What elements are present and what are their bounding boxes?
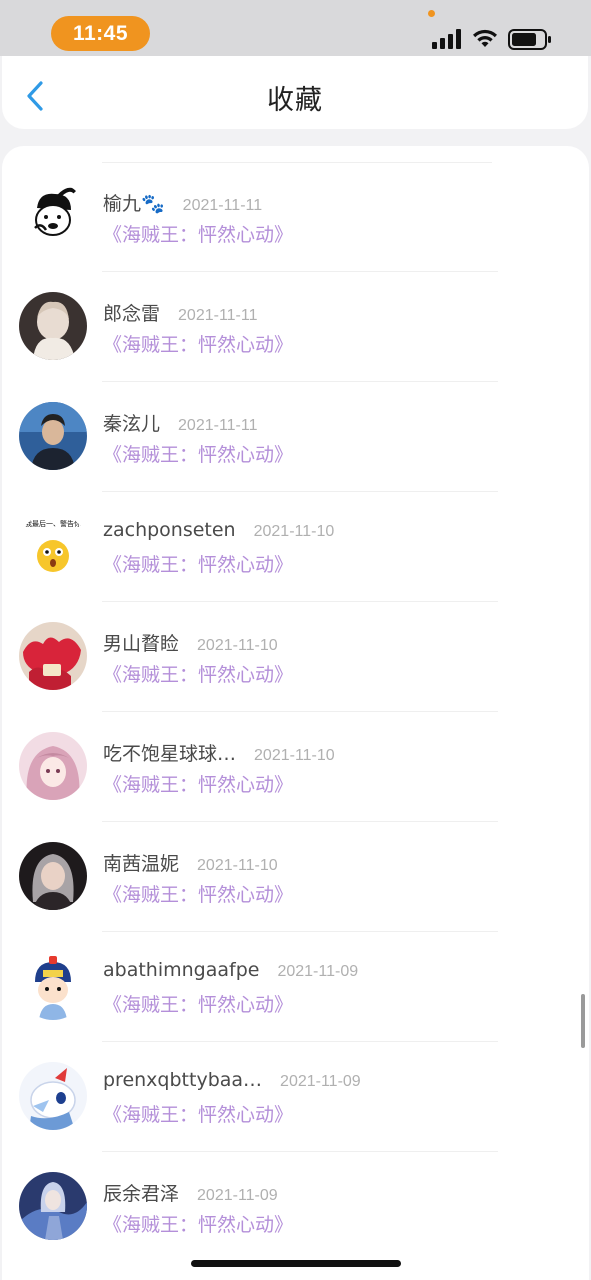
avatar[interactable] bbox=[19, 732, 87, 800]
user-name: 南茜温妮 bbox=[103, 853, 180, 875]
status-bar: 11:45 bbox=[0, 0, 591, 56]
item-title-link[interactable]: 《海贼王：怦然心动》 bbox=[103, 990, 293, 1017]
home-indicator[interactable] bbox=[191, 1260, 401, 1267]
user-name: 秦泫儿 bbox=[103, 413, 161, 435]
avatar-photo bbox=[19, 292, 87, 360]
svg-text:食，我最后一、警告你！！: 食，我最后一、警告你！！ bbox=[19, 519, 87, 528]
user-name: 辰余君泽 bbox=[103, 1183, 180, 1205]
user-name: 榆九🐾 bbox=[103, 193, 165, 215]
avatar-photo bbox=[19, 402, 87, 470]
avatar-anime-character bbox=[19, 1172, 87, 1240]
battery-icon bbox=[508, 29, 551, 50]
page-title: 收藏 bbox=[267, 85, 323, 116]
wifi-icon bbox=[473, 29, 497, 47]
item-title-link[interactable]: 《海贼王：怦然心动》 bbox=[103, 440, 293, 467]
avatar-anime-girl bbox=[19, 732, 87, 800]
avatar-photo bbox=[19, 622, 87, 690]
item-date: 2021-11-09 bbox=[197, 1187, 278, 1204]
user-name: prenxqbttybaa… bbox=[103, 1069, 263, 1091]
item-title-link[interactable]: 《海贼王：怦然心动》 bbox=[103, 1210, 293, 1237]
list-item[interactable]: prenxqbttybaa… 2021-11-09 《海贼王：怦然心动》 bbox=[2, 1042, 589, 1152]
user-name: abathimngaafpe bbox=[103, 959, 260, 981]
item-title-link[interactable]: 《海贼王：怦然心动》 bbox=[103, 220, 293, 247]
favorites-list: 榆九🐾 2021-11-11 《海贼王：怦然心动》 郎念雷 2021-11-11… bbox=[2, 146, 589, 1280]
avatar-cartoon-character bbox=[19, 952, 87, 1020]
list-item[interactable]: 南茜温妮 2021-11-10 《海贼王：怦然心动》 bbox=[2, 822, 589, 932]
item-title-link[interactable]: 《海贼王：怦然心动》 bbox=[103, 550, 293, 577]
list-item[interactable]: 秦泫儿 2021-11-11 《海贼王：怦然心动》 bbox=[2, 382, 589, 492]
list-item[interactable]: 男山瞀睑 2021-11-10 《海贼王：怦然心动》 bbox=[2, 602, 589, 712]
avatar-cartoon-face bbox=[19, 182, 87, 250]
item-title-link[interactable]: 《海贼王：怦然心动》 bbox=[103, 660, 293, 687]
item-title-link[interactable]: 《海贼王：怦然心动》 bbox=[103, 1100, 293, 1127]
user-name: 郎念雷 bbox=[103, 303, 161, 325]
list-item[interactable]: 辰余君泽 2021-11-09 《海贼王：怦然心动》 bbox=[2, 1152, 589, 1262]
item-title-link[interactable]: 《海贼王：怦然心动》 bbox=[103, 770, 293, 797]
avatar-anime-character bbox=[19, 1062, 87, 1130]
avatar[interactable] bbox=[19, 952, 87, 1020]
recording-indicator-dot bbox=[428, 10, 435, 17]
item-date: 2021-11-11 bbox=[178, 417, 258, 434]
user-name: zachponseten bbox=[103, 519, 236, 541]
avatar-warning-sticker: 食，我最后一、警告你！！ bbox=[19, 512, 87, 580]
nav-header: 收藏 bbox=[2, 56, 588, 129]
item-date: 2021-11-09 bbox=[280, 1073, 361, 1090]
avatar[interactable] bbox=[19, 402, 87, 470]
item-title-link[interactable]: 《海贼王：怦然心动》 bbox=[103, 330, 293, 357]
user-name: 男山瞀睑 bbox=[103, 633, 180, 655]
item-date: 2021-11-10 bbox=[197, 637, 278, 654]
item-date: 2021-11-11 bbox=[182, 197, 263, 214]
user-name: 吃不饱星球球… bbox=[103, 743, 237, 765]
list-item[interactable]: 食，我最后一、警告你！！ zachponseten 2021-11-10 《海贼… bbox=[2, 492, 589, 602]
item-date: 2021-11-10 bbox=[254, 747, 335, 764]
signal-bars-icon bbox=[432, 29, 461, 49]
scrollbar[interactable] bbox=[581, 994, 585, 1048]
avatar[interactable] bbox=[19, 622, 87, 690]
avatar[interactable] bbox=[19, 842, 87, 910]
item-date: 2021-11-10 bbox=[253, 523, 335, 540]
avatar[interactable]: 食，我最后一、警告你！！ bbox=[19, 512, 87, 580]
avatar-photo bbox=[19, 842, 87, 910]
avatar[interactable] bbox=[19, 1172, 87, 1240]
avatar[interactable] bbox=[19, 292, 87, 360]
status-time: 11:45 bbox=[51, 16, 150, 51]
item-date: 2021-11-11 bbox=[178, 307, 258, 324]
list-item[interactable]: 榆九🐾 2021-11-11 《海贼王：怦然心动》 bbox=[2, 162, 589, 272]
item-date: 2021-11-10 bbox=[197, 857, 278, 874]
list-item[interactable]: abathimngaafpe 2021-11-09 《海贼王：怦然心动》 bbox=[2, 932, 589, 1042]
item-title-link[interactable]: 《海贼王：怦然心动》 bbox=[103, 880, 293, 907]
avatar[interactable] bbox=[19, 1062, 87, 1130]
item-date: 2021-11-09 bbox=[277, 963, 359, 980]
list-item[interactable]: 吃不饱星球球… 2021-11-10 《海贼王：怦然心动》 bbox=[2, 712, 589, 822]
list-item[interactable]: 郎念雷 2021-11-11 《海贼王：怦然心动》 bbox=[2, 272, 589, 382]
avatar[interactable] bbox=[19, 182, 87, 250]
